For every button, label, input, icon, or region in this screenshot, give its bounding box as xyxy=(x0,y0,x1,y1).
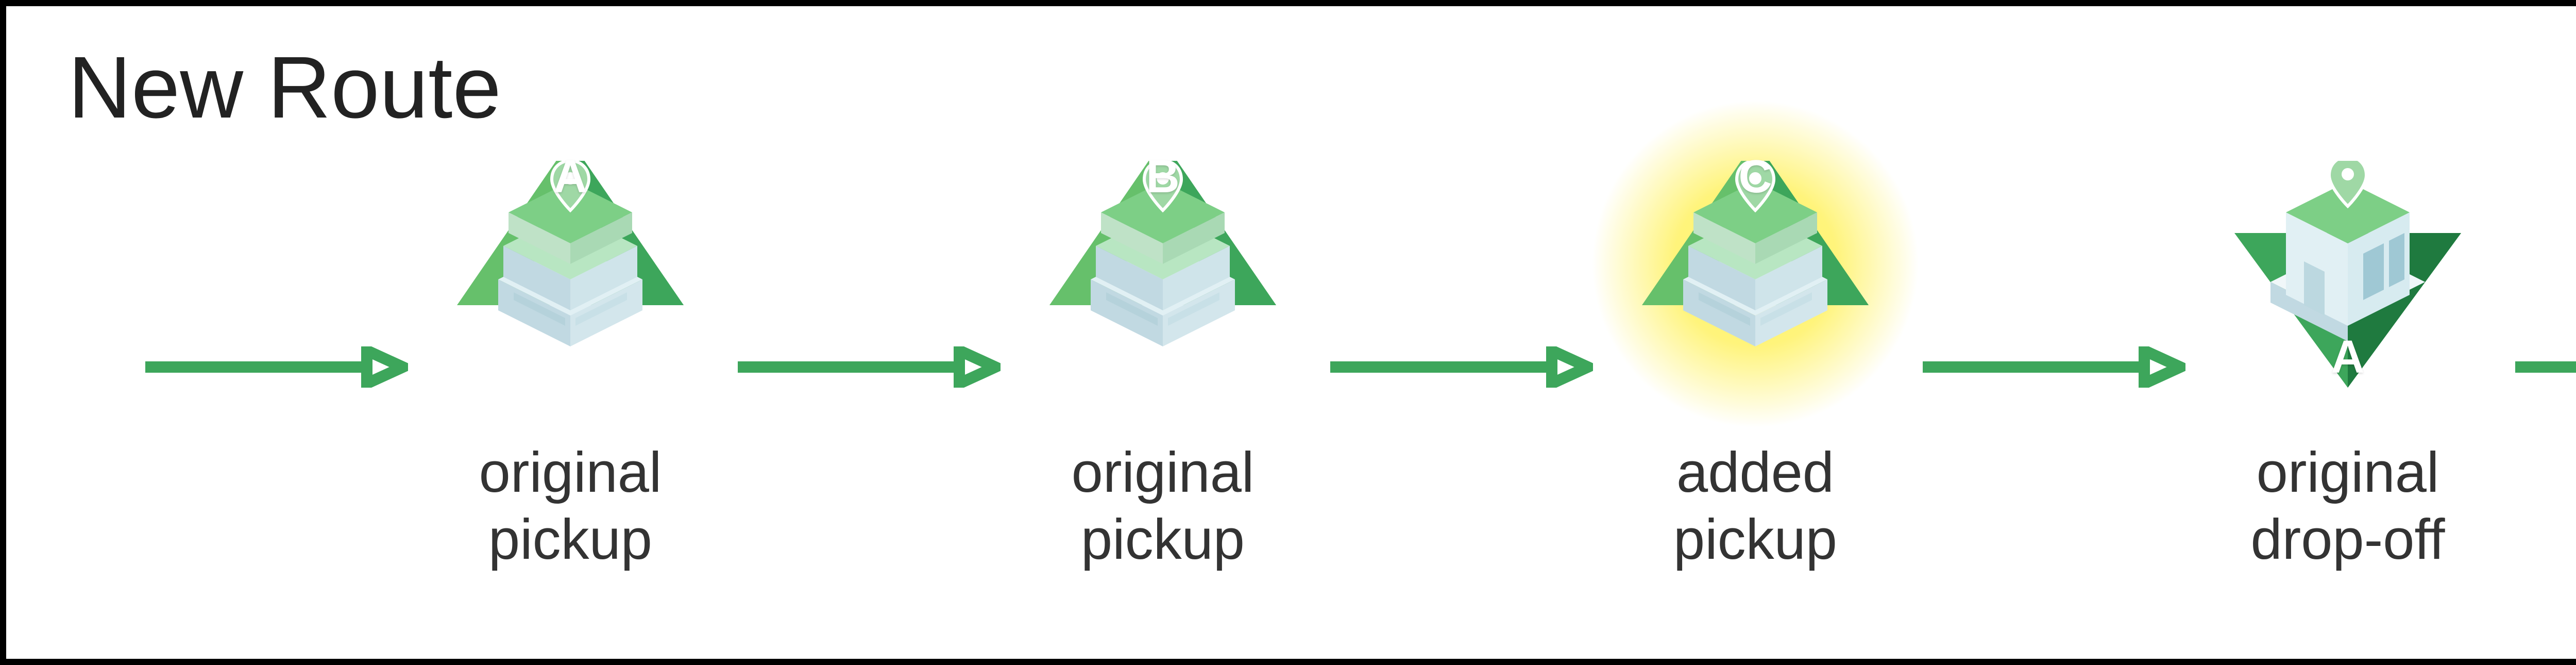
stop-caption: original pickup xyxy=(1072,439,1255,573)
route-stop-pickup: Aoriginal pickup xyxy=(408,161,733,573)
stop-caption: added pickup xyxy=(1673,439,1837,573)
arrow-icon xyxy=(733,346,1001,388)
pickup-marker-icon: A xyxy=(436,161,704,388)
arrow-icon xyxy=(1918,346,2185,388)
diagram-title: New Route xyxy=(68,37,501,138)
stop-letter: C xyxy=(1739,151,1772,204)
stop-letter: B xyxy=(1146,151,1180,204)
dropoff-marker-icon: A xyxy=(2214,161,2482,388)
route-diagram: New Route Aoriginal pickup xyxy=(0,0,2576,665)
stop-letter: A xyxy=(554,151,587,204)
pickup-marker-icon: B xyxy=(1029,161,1297,388)
route-stop-pickup: Boriginal pickup xyxy=(1001,161,1325,573)
arrow-icon xyxy=(1325,346,1593,388)
arrow-icon xyxy=(2510,346,2576,388)
stop-caption: original drop-off xyxy=(2250,439,2445,573)
route-stop-pickup: Cadded pickup xyxy=(1593,161,1918,573)
stop-letter: A xyxy=(2331,331,2365,384)
arrow-icon xyxy=(140,346,408,388)
route-row: Aoriginal pickup Boriginal pickup xyxy=(6,187,2576,547)
stop-caption: original pickup xyxy=(479,439,662,573)
route-stop-dropoff: Aoriginal drop-off xyxy=(2185,161,2510,573)
pickup-marker-icon: C xyxy=(1621,161,1889,388)
